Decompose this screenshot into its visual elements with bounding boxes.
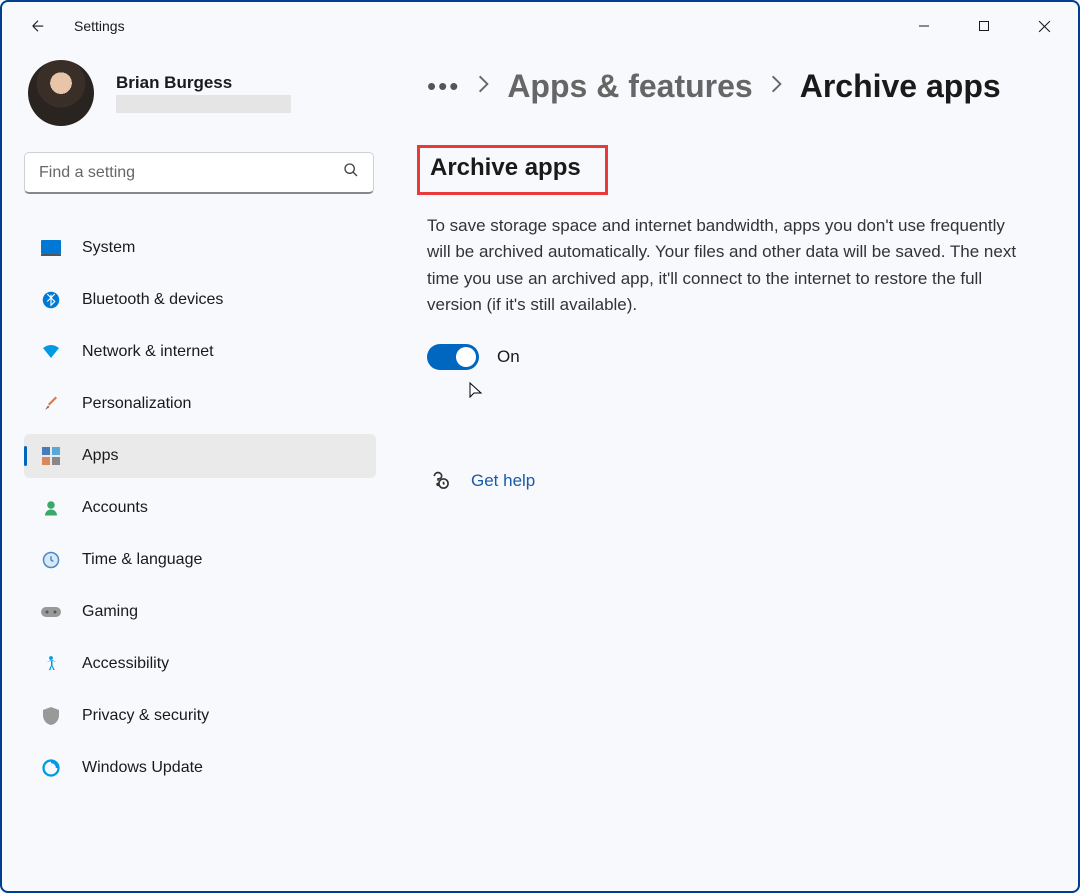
highlight-box: Archive apps xyxy=(417,145,608,195)
nav-label: Network & internet xyxy=(82,343,214,361)
nav-label: Accessibility xyxy=(82,655,169,673)
sidebar: Brian Burgess System Bluetooth & devices… xyxy=(2,50,397,891)
archive-toggle[interactable] xyxy=(427,344,479,370)
toggle-knob xyxy=(456,347,476,367)
section-title: Archive apps xyxy=(430,154,581,182)
toggle-row: On xyxy=(427,344,1050,370)
help-icon xyxy=(427,467,449,494)
nav-gaming[interactable]: Gaming xyxy=(24,590,376,634)
nav-label: Time & language xyxy=(82,551,202,569)
bluetooth-icon xyxy=(40,289,62,311)
nav-label: Bluetooth & devices xyxy=(82,291,223,309)
nav-accessibility[interactable]: Accessibility xyxy=(24,642,376,686)
search-input[interactable] xyxy=(39,164,343,182)
breadcrumb-more[interactable]: ••• xyxy=(427,71,460,102)
titlebar: Settings xyxy=(2,2,1078,50)
nav-label: Accounts xyxy=(82,499,148,517)
breadcrumb: ••• Apps & features Archive apps xyxy=(427,68,1050,105)
back-button[interactable] xyxy=(18,6,58,46)
nav-label: Gaming xyxy=(82,603,138,621)
avatar xyxy=(28,60,94,126)
gamepad-icon xyxy=(40,601,62,623)
apps-icon xyxy=(40,445,62,467)
nav-system[interactable]: System xyxy=(24,226,376,270)
breadcrumb-current: Archive apps xyxy=(800,68,1001,105)
cursor-icon xyxy=(469,382,1050,407)
nav-label: Windows Update xyxy=(82,759,203,777)
close-button[interactable] xyxy=(1014,6,1074,46)
profile[interactable]: Brian Burgess xyxy=(24,60,397,126)
minimize-button[interactable] xyxy=(894,6,954,46)
system-icon xyxy=(40,237,62,259)
person-icon xyxy=(40,497,62,519)
clock-icon xyxy=(40,549,62,571)
nav-label: System xyxy=(82,239,135,257)
wifi-icon xyxy=(40,341,62,363)
chevron-right-icon xyxy=(771,75,782,98)
search-box[interactable] xyxy=(24,152,374,194)
profile-email-redacted xyxy=(116,95,291,113)
nav-bluetooth[interactable]: Bluetooth & devices xyxy=(24,278,376,322)
nav-time[interactable]: Time & language xyxy=(24,538,376,582)
app-title: Settings xyxy=(74,18,125,34)
nav-label: Personalization xyxy=(82,395,191,413)
section-description: To save storage space and internet bandw… xyxy=(427,213,1027,318)
profile-name: Brian Burgess xyxy=(116,73,291,93)
nav-accounts[interactable]: Accounts xyxy=(24,486,376,530)
nav-label: Privacy & security xyxy=(82,707,209,725)
maximize-button[interactable] xyxy=(954,6,1014,46)
shield-icon xyxy=(40,705,62,727)
toggle-state-label: On xyxy=(497,347,520,367)
get-help-link[interactable]: Get help xyxy=(471,471,535,491)
nav-update[interactable]: Windows Update xyxy=(24,746,376,790)
nav-personalization[interactable]: Personalization xyxy=(24,382,376,426)
search-icon xyxy=(343,162,359,183)
nav-list: System Bluetooth & devices Network & int… xyxy=(24,226,397,790)
update-icon xyxy=(40,757,62,779)
help-row: Get help xyxy=(427,467,1050,494)
chevron-right-icon xyxy=(478,75,489,98)
nav-network[interactable]: Network & internet xyxy=(24,330,376,374)
nav-label: Apps xyxy=(82,447,118,465)
nav-apps[interactable]: Apps xyxy=(24,434,376,478)
brush-icon xyxy=(40,393,62,415)
breadcrumb-parent[interactable]: Apps & features xyxy=(507,68,752,105)
main-content: ••• Apps & features Archive apps Archive… xyxy=(397,50,1078,891)
nav-privacy[interactable]: Privacy & security xyxy=(24,694,376,738)
accessibility-icon xyxy=(40,653,62,675)
window-controls xyxy=(894,6,1074,46)
